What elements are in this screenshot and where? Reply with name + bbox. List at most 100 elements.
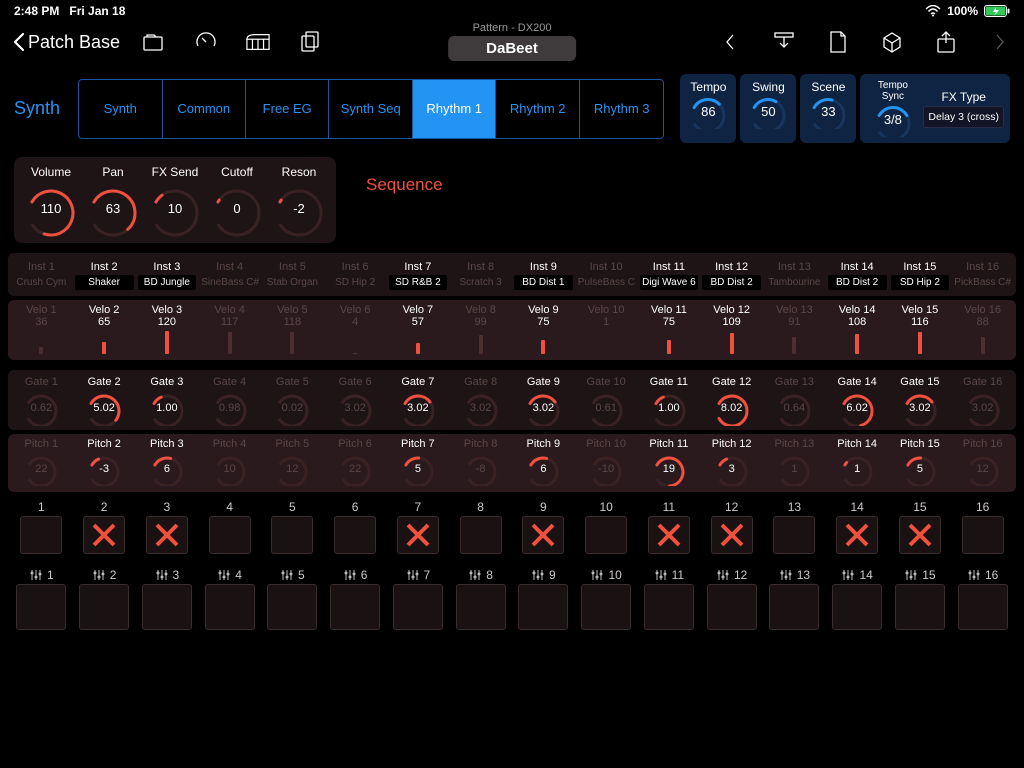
motion-cell[interactable]: 2	[73, 568, 136, 630]
motion-cell[interactable]: 12	[700, 568, 763, 630]
velo-cell[interactable]: Velo 1688	[951, 304, 1014, 354]
gate-cell[interactable]: Gate 15 3.02	[889, 376, 952, 426]
inst-cell[interactable]: Inst 11Digi Wave 6	[638, 259, 701, 292]
pitch-cell[interactable]: Pitch 10 -10	[575, 438, 638, 486]
dial-icon[interactable]	[194, 30, 218, 54]
motion-cell[interactable]: 13	[763, 568, 826, 630]
inst-cell[interactable]: Inst 9BD Dist 1	[512, 259, 575, 292]
prev-icon[interactable]	[718, 30, 742, 54]
velo-cell[interactable]: Velo 1391	[763, 304, 826, 354]
pitch-cell[interactable]: Pitch 2 -3	[73, 438, 136, 486]
inst-cell[interactable]: Inst 13Tambourine	[763, 259, 826, 292]
pitch-cell[interactable]: Pitch 8 -8	[449, 438, 512, 486]
motion-cell[interactable]: 11	[638, 568, 701, 630]
gate-cell[interactable]: Gate 5 0.02	[261, 376, 324, 426]
pitch-cell[interactable]: Pitch 15 5	[889, 438, 952, 486]
pitch-cell[interactable]: Pitch 7 5	[387, 438, 450, 486]
pitch-cell[interactable]: Pitch 4 10	[198, 438, 261, 486]
inst-cell[interactable]: Inst 14BD Dist 2	[826, 259, 889, 292]
velo-cell[interactable]: Velo 899	[449, 304, 512, 354]
mute-cell[interactable]: 10	[575, 500, 638, 554]
gate-cell[interactable]: Gate 7 3.02	[387, 376, 450, 426]
motion-cell[interactable]: 8	[449, 568, 512, 630]
share-icon[interactable]	[934, 30, 958, 54]
gate-cell[interactable]: Gate 12 8.02	[700, 376, 763, 426]
tempo-sync-knob[interactable]: Tempo Sync 3/8	[866, 80, 919, 137]
inst-cell[interactable]: Inst 15SD Hip 2	[889, 259, 952, 292]
tab-synth-seq[interactable]: Synth Seq	[329, 80, 412, 138]
motion-cell[interactable]: 16	[951, 568, 1014, 630]
velo-cell[interactable]: Velo 14108	[826, 304, 889, 354]
mixer-pan[interactable]: Pan 63	[82, 165, 144, 237]
inst-cell[interactable]: Inst 8Scratch 3	[449, 259, 512, 292]
mute-cell[interactable]: 3	[136, 500, 199, 554]
fx-type-select[interactable]: Delay 3 (cross)	[923, 106, 1004, 128]
gate-cell[interactable]: Gate 9 3.02	[512, 376, 575, 426]
gate-cell[interactable]: Gate 4 0.98	[198, 376, 261, 426]
gate-cell[interactable]: Gate 16 3.02	[951, 376, 1014, 426]
velo-cell[interactable]: Velo 5118	[261, 304, 324, 354]
velo-cell[interactable]: Velo 12109	[700, 304, 763, 354]
new-doc-icon[interactable]	[826, 30, 850, 54]
inst-cell[interactable]: Inst 3BD Jungle	[136, 259, 199, 292]
swing-knob[interactable]: Swing 50	[740, 74, 796, 143]
inst-cell[interactable]: Inst 12BD Dist 2	[700, 259, 763, 292]
mute-cell[interactable]: 5	[261, 500, 324, 554]
motion-cell[interactable]: 7	[387, 568, 450, 630]
gate-cell[interactable]: Gate 10 0.61	[575, 376, 638, 426]
mute-cell[interactable]: 7	[387, 500, 450, 554]
next-icon[interactable]	[988, 30, 1012, 54]
motion-cell[interactable]: 6	[324, 568, 387, 630]
velo-cell[interactable]: Velo 757	[387, 304, 450, 354]
gate-cell[interactable]: Gate 14 6.02	[826, 376, 889, 426]
docs-icon[interactable]	[298, 30, 322, 54]
tab-rhythm-3[interactable]: Rhythm 3	[580, 80, 663, 138]
dice-icon[interactable]	[880, 30, 904, 54]
gate-cell[interactable]: Gate 3 1.00	[136, 376, 199, 426]
download-icon[interactable]	[772, 30, 796, 54]
inst-cell[interactable]: Inst 10PulseBass C	[575, 259, 638, 292]
mute-cell[interactable]: 11	[638, 500, 701, 554]
tab-synth[interactable]: Synth	[79, 80, 162, 138]
inst-cell[interactable]: Inst 1Crush Cym	[10, 259, 73, 292]
velo-cell[interactable]: Velo 136	[10, 304, 73, 354]
folder-icon[interactable]	[142, 30, 166, 54]
tab-rhythm-1[interactable]: Rhythm 1	[413, 80, 496, 138]
mute-cell[interactable]: 9	[512, 500, 575, 554]
inst-cell[interactable]: Inst 6SD Hip 2	[324, 259, 387, 292]
pitch-cell[interactable]: Pitch 12 3	[700, 438, 763, 486]
tab-rhythm-2[interactable]: Rhythm 2	[496, 80, 579, 138]
pitch-cell[interactable]: Pitch 16 12	[951, 438, 1014, 486]
inst-cell[interactable]: Inst 16PickBass C#	[951, 259, 1014, 292]
piano-icon[interactable]	[246, 30, 270, 54]
motion-cell[interactable]: 14	[826, 568, 889, 630]
pitch-cell[interactable]: Pitch 11 19	[638, 438, 701, 486]
inst-cell[interactable]: Inst 4SineBass C#	[198, 259, 261, 292]
mute-cell[interactable]: 15	[889, 500, 952, 554]
patch-name[interactable]: DaBeet	[448, 36, 576, 61]
motion-cell[interactable]: 9	[512, 568, 575, 630]
pitch-cell[interactable]: Pitch 3 6	[136, 438, 199, 486]
velo-cell[interactable]: Velo 265	[73, 304, 136, 354]
velo-cell[interactable]: Velo 975	[512, 304, 575, 354]
gate-cell[interactable]: Gate 11 1.00	[638, 376, 701, 426]
mute-cell[interactable]: 8	[449, 500, 512, 554]
inst-cell[interactable]: Inst 2Shaker	[73, 259, 136, 292]
gate-cell[interactable]: Gate 8 3.02	[449, 376, 512, 426]
gate-cell[interactable]: Gate 1 0.62	[10, 376, 73, 426]
mute-cell[interactable]: 14	[826, 500, 889, 554]
pitch-cell[interactable]: Pitch 14 1	[826, 438, 889, 486]
motion-cell[interactable]: 15	[889, 568, 952, 630]
velo-cell[interactable]: Velo 15116	[889, 304, 952, 354]
mixer-fx-send[interactable]: FX Send 10	[144, 165, 206, 237]
mixer-volume[interactable]: Volume 110	[20, 165, 82, 237]
mute-cell[interactable]: 6	[324, 500, 387, 554]
motion-cell[interactable]: 4	[198, 568, 261, 630]
pitch-cell[interactable]: Pitch 1 22	[10, 438, 73, 486]
motion-cell[interactable]: 3	[136, 568, 199, 630]
mute-cell[interactable]: 16	[951, 500, 1014, 554]
inst-cell[interactable]: Inst 5Stab Organ	[261, 259, 324, 292]
gate-cell[interactable]: Gate 2 5.02	[73, 376, 136, 426]
velo-cell[interactable]: Velo 3120	[136, 304, 199, 354]
motion-cell[interactable]: 1	[10, 568, 73, 630]
